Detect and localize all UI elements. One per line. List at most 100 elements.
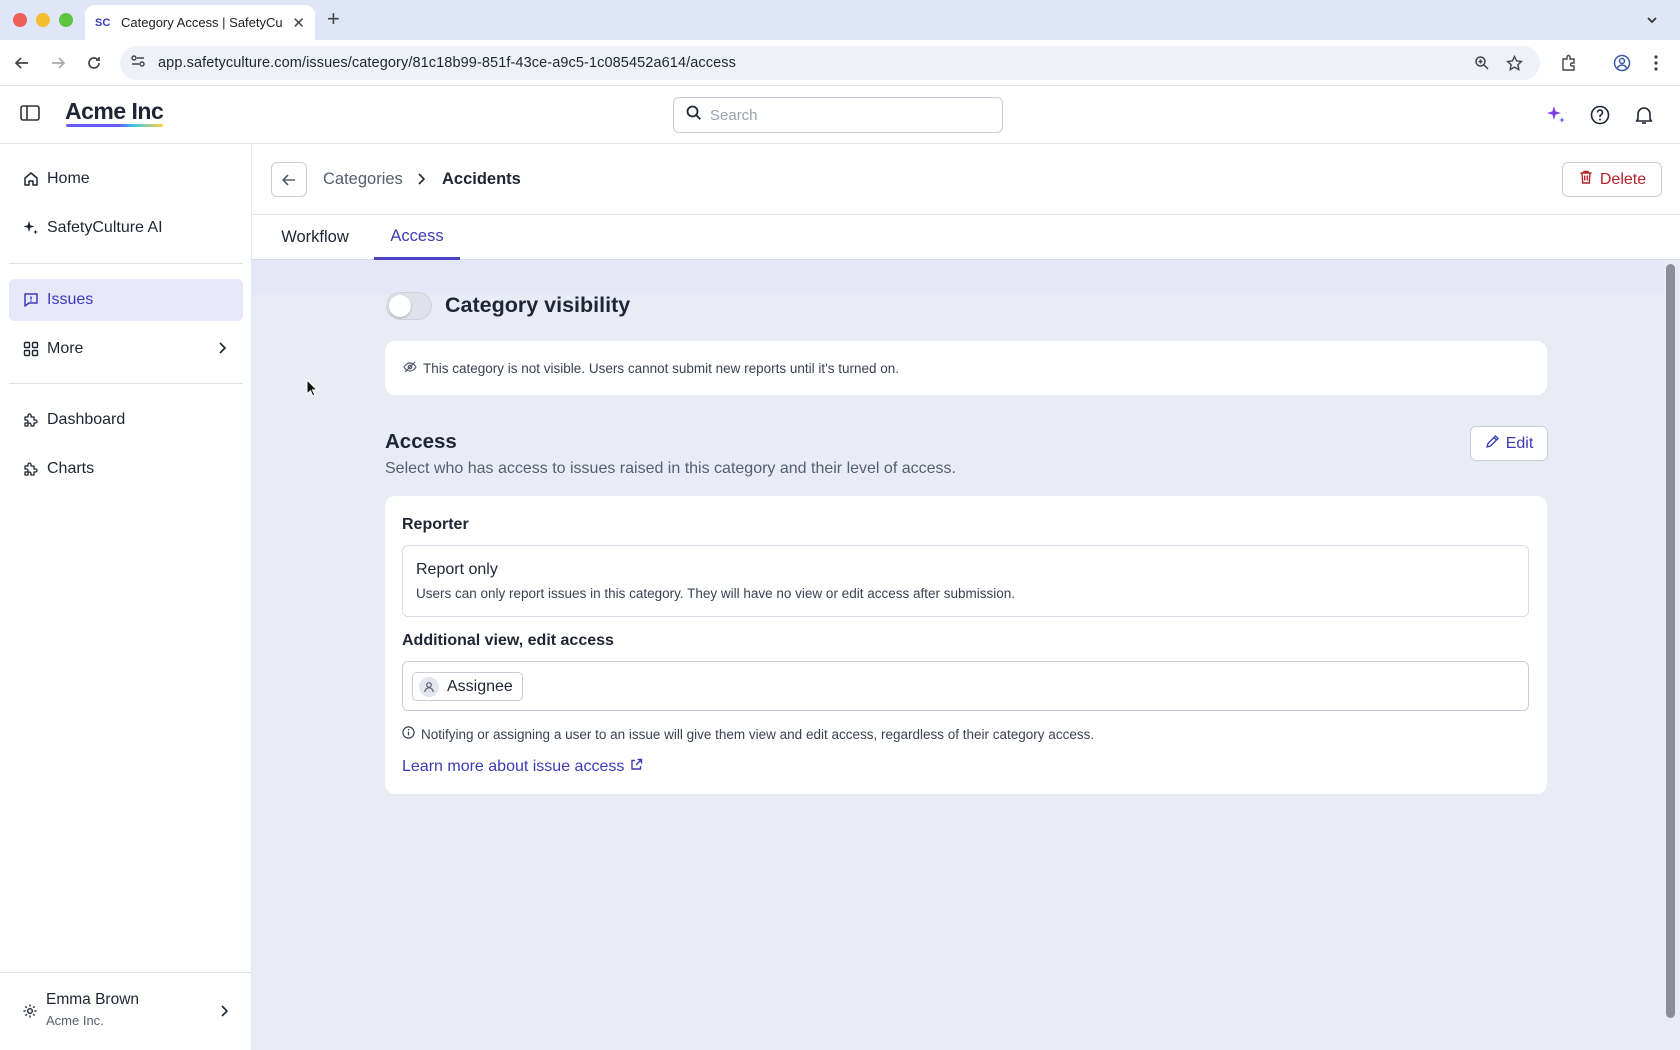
close-window-button[interactable] [13, 13, 27, 27]
search-icon [686, 105, 702, 126]
sidebar-item-home[interactable]: Home [9, 158, 243, 200]
site-settings-icon[interactable] [130, 53, 146, 74]
sidebar-item-safetyculture-ai[interactable]: SafetyCulture AI [9, 207, 243, 249]
category-visibility-toggle[interactable] [386, 292, 432, 320]
app-header: Acme Inc [0, 86, 1680, 144]
sidebar-item-label: Dashboard [47, 411, 126, 428]
scrollbar-thumb[interactable] [1666, 264, 1675, 1018]
trash-icon [1578, 169, 1594, 190]
edit-access-button[interactable]: Edit [1470, 426, 1548, 461]
sidebar-item-label: SafetyCulture AI [47, 219, 163, 236]
sidebar-item-label: More [47, 340, 84, 357]
user-profile-menu[interactable]: Emma Brown Acme Inc. [0, 972, 251, 1050]
url-text: app.safetyculture.com/issues/category/81… [158, 55, 736, 71]
tab-access[interactable]: Access [374, 215, 460, 260]
profile-icon[interactable] [1610, 51, 1634, 75]
extensions-icon[interactable] [1557, 51, 1581, 75]
tab-search-icon[interactable] [1638, 6, 1666, 34]
access-info: Notifying or assigning a user to an issu… [402, 726, 1094, 742]
visibility-notice: This category is not visible. Users cann… [385, 341, 1547, 395]
home-icon [23, 171, 39, 187]
visibility-title: Category visibility [445, 293, 631, 317]
chevron-right-icon [217, 341, 227, 360]
learn-more-link[interactable]: Learn more about issue access [402, 758, 643, 776]
mouse-cursor-icon [306, 378, 319, 402]
help-icon[interactable] [1588, 103, 1612, 127]
browser-tab[interactable]: SC Category Access | SafetyCulture ✕ [85, 5, 315, 40]
chevron-right-icon [416, 172, 426, 191]
additional-access-field: Assignee [402, 661, 1529, 711]
notifications-bell-icon[interactable] [1632, 103, 1656, 127]
reporter-label: Reporter [402, 516, 469, 533]
delete-label: Delete [1599, 170, 1647, 188]
delete-button[interactable]: Delete [1562, 162, 1662, 197]
browser-menu-icon[interactable] [1644, 51, 1668, 75]
access-panel: Category visibility This category is not… [252, 260, 1680, 1050]
learn-more-label: Learn more about issue access [402, 758, 625, 775]
sidebar-item-label: Issues [47, 291, 94, 308]
assignee-chip-label: Assignee [447, 677, 513, 695]
sidebar-item-label: Charts [47, 460, 95, 477]
company-logo[interactable]: Acme Inc [65, 98, 164, 125]
reporter-option: Report only Users can only report issues… [402, 545, 1529, 617]
edit-label: Edit [1505, 434, 1534, 452]
favicon-icon: SC [95, 16, 111, 29]
sidebar-toggle-icon[interactable] [20, 104, 42, 126]
new-tab-icon[interactable]: + [327, 8, 340, 30]
sidebar-item-more[interactable]: More [9, 328, 243, 370]
browser-tab-title: Category Access | SafetyCulture [121, 15, 283, 30]
info-icon [402, 726, 415, 742]
toggle-knob [389, 295, 411, 317]
minimize-window-button[interactable] [36, 13, 50, 27]
tab-workflow[interactable]: Workflow [271, 215, 359, 260]
reporter-option-description: Users can only report issues in this cat… [416, 586, 1016, 601]
sidebar-divider [9, 263, 243, 264]
forward-arrow-icon[interactable] [46, 51, 70, 75]
browser-tab-bar: SC Category Access | SafetyCulture ✕ + [0, 0, 1680, 40]
back-button[interactable] [271, 162, 307, 197]
reload-icon[interactable] [82, 51, 106, 75]
grid-icon [23, 341, 39, 357]
scrollbar[interactable] [1666, 260, 1678, 1050]
puzzle-icon [23, 461, 39, 477]
puzzle-icon [23, 412, 39, 428]
access-info-text: Notifying or assigning a user to an issu… [421, 726, 1095, 742]
page-header: Categories Accidents Delete [252, 144, 1680, 215]
browser-toolbar: app.safetyculture.com/issues/category/81… [0, 40, 1680, 86]
ai-sparkle-icon[interactable] [1544, 103, 1568, 127]
breadcrumb-categories[interactable]: Categories [323, 170, 403, 189]
eye-off-icon [403, 360, 417, 377]
access-card: Reporter Report only Users can only repo… [385, 496, 1547, 794]
close-tab-icon[interactable]: ✕ [292, 14, 305, 32]
sparkle-icon [23, 220, 39, 236]
reporter-option-title: Report only [416, 561, 498, 578]
scroll-shadow [252, 260, 1664, 295]
access-section-description: Select who has access to issues raised i… [385, 460, 956, 477]
user-organization: Acme Inc. [46, 1013, 104, 1028]
assignee-chip: Assignee [412, 672, 523, 701]
zoom-icon[interactable] [1474, 46, 1490, 80]
breadcrumb-current: Accidents [442, 170, 521, 188]
address-bar[interactable]: app.safetyculture.com/issues/category/81… [120, 46, 1540, 80]
gear-icon [22, 1003, 38, 1024]
maximize-window-button[interactable] [59, 13, 73, 27]
pencil-icon [1485, 434, 1500, 454]
visibility-notice-text: This category is not visible. Users cann… [423, 360, 900, 376]
bookmark-star-icon[interactable] [1506, 46, 1523, 80]
external-link-icon [630, 758, 643, 776]
global-search[interactable] [673, 97, 1003, 133]
access-section-title: Access [385, 430, 457, 453]
sidebar: Home SafetyCulture AI Issues More Dashbo… [0, 144, 252, 1050]
main-content: Categories Accidents Delete Workflow Acc… [252, 144, 1680, 1050]
sidebar-item-charts[interactable]: Charts [9, 448, 243, 490]
back-arrow-icon[interactable] [10, 51, 34, 75]
page-tabs: Workflow Access [252, 215, 1680, 260]
sidebar-item-dashboard[interactable]: Dashboard [9, 399, 243, 441]
additional-access-label: Additional view, edit access [402, 632, 614, 649]
sidebar-item-label: Home [47, 170, 90, 187]
sidebar-item-issues[interactable]: Issues [9, 279, 243, 321]
sidebar-divider [9, 383, 243, 384]
search-input[interactable] [710, 106, 990, 124]
logo-underline [66, 124, 163, 127]
user-name: Emma Brown [46, 991, 140, 1008]
